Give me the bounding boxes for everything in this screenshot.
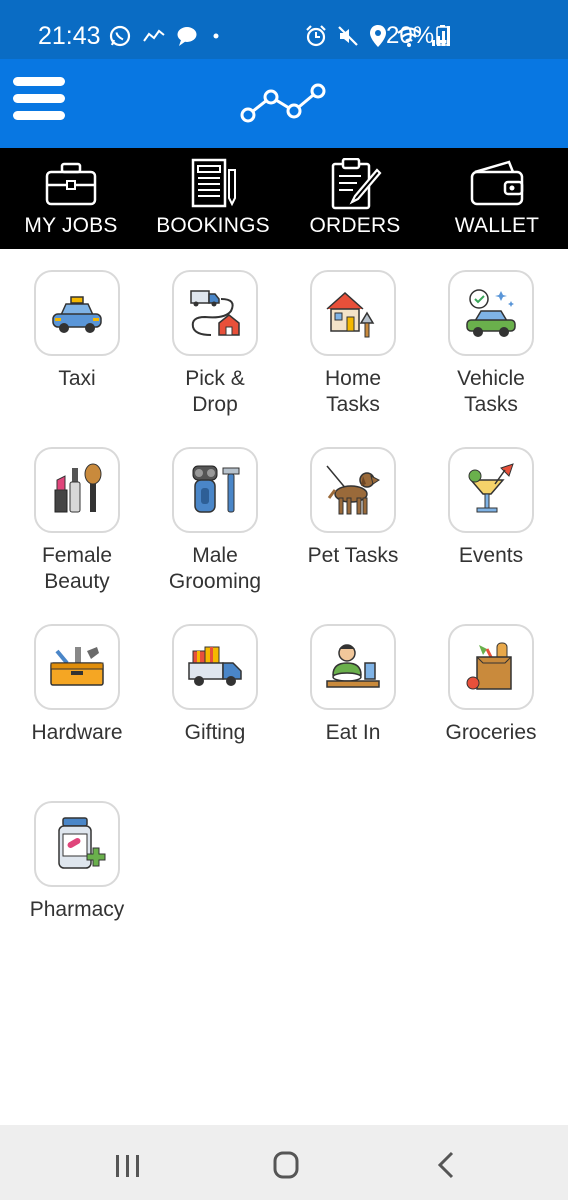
recent-apps-icon[interactable]	[106, 1145, 150, 1185]
mute-icon	[338, 26, 358, 46]
top-tab-bar: MY JOBS BOOKINGS ORDERS WALLET	[0, 148, 568, 249]
service-icon-box	[310, 447, 396, 533]
service-icon-box	[172, 270, 258, 356]
service-icon-box	[34, 270, 120, 356]
service-label: Pet Tasks	[307, 544, 399, 567]
service-icon-box	[448, 624, 534, 710]
car-wash-icon	[466, 289, 516, 337]
grocery-bag-icon	[466, 642, 512, 690]
service-label: Pick & Drop	[185, 367, 245, 416]
clipboard-icon	[331, 158, 382, 210]
service-label: Groceries	[445, 721, 537, 744]
tab-bookings[interactable]: BOOKINGS	[142, 148, 284, 249]
taxi-icon	[52, 296, 102, 333]
house-tools-icon	[326, 291, 375, 338]
service-label: Female Beauty	[41, 544, 113, 593]
hamburger-line	[13, 77, 65, 86]
service-label: Hardware	[31, 721, 123, 744]
alarm-icon	[306, 25, 326, 47]
service-icon-box	[172, 624, 258, 710]
battery-icon	[436, 25, 449, 46]
service-icon-box	[310, 270, 396, 356]
service-icon-box	[34, 624, 120, 710]
service-label: Vehicle Tasks	[457, 367, 525, 416]
trend-line-logo	[240, 83, 326, 123]
tab-wallet[interactable]: WALLET	[426, 148, 568, 249]
hamburger-line	[13, 94, 65, 103]
tab-orders[interactable]: ORDERS	[284, 148, 426, 249]
service-icon-box	[34, 801, 120, 887]
service-icon-box	[310, 624, 396, 710]
battery-percent: 20%	[386, 22, 435, 49]
service-label: Pharmacy	[29, 898, 125, 921]
hamburger-menu-button[interactable]	[13, 77, 67, 121]
dot-icon	[213, 33, 219, 39]
message-icon	[177, 27, 197, 46]
service-icon-box	[34, 447, 120, 533]
gift-truck-icon	[188, 646, 242, 686]
tab-my-jobs[interactable]: MY JOBS	[0, 148, 142, 249]
dog-icon	[326, 465, 380, 515]
location-icon	[370, 25, 386, 47]
service-icon-box	[172, 447, 258, 533]
app-bar	[0, 59, 568, 148]
service-label: Events	[458, 544, 524, 567]
hamburger-line	[13, 111, 65, 120]
whatsapp-icon	[109, 25, 131, 47]
status-bar: 21:43 20%	[0, 0, 568, 59]
toolbox-icon	[50, 647, 104, 686]
service-label: Male Grooming	[168, 544, 262, 593]
system-nav-bar	[0, 1125, 568, 1200]
service-label: Home Tasks	[324, 367, 382, 416]
wallet-icon	[470, 160, 524, 206]
service-label: Gifting	[184, 721, 246, 744]
document-icon	[191, 158, 236, 208]
status-left-icons	[108, 22, 224, 50]
service-label: Taxi	[58, 367, 96, 390]
makeup-icon	[54, 463, 102, 513]
tab-label: WALLET	[454, 214, 540, 237]
service-label: Eat In	[325, 721, 381, 744]
medicine-bottle-icon	[58, 817, 106, 869]
home-icon[interactable]	[264, 1145, 308, 1185]
delivery-route-icon	[190, 290, 240, 336]
trend-icon	[143, 29, 165, 42]
briefcase-icon	[45, 162, 97, 206]
dining-icon	[326, 644, 380, 688]
shaver-icon	[192, 465, 240, 513]
back-icon[interactable]	[424, 1145, 468, 1185]
service-icon-box	[448, 270, 534, 356]
status-time: 21:43	[38, 22, 101, 50]
tab-label: MY JOBS	[24, 214, 118, 237]
service-icon-box	[448, 447, 534, 533]
tab-label: BOOKINGS	[156, 214, 270, 237]
tab-label: ORDERS	[309, 214, 401, 237]
cocktail-icon	[468, 463, 514, 513]
